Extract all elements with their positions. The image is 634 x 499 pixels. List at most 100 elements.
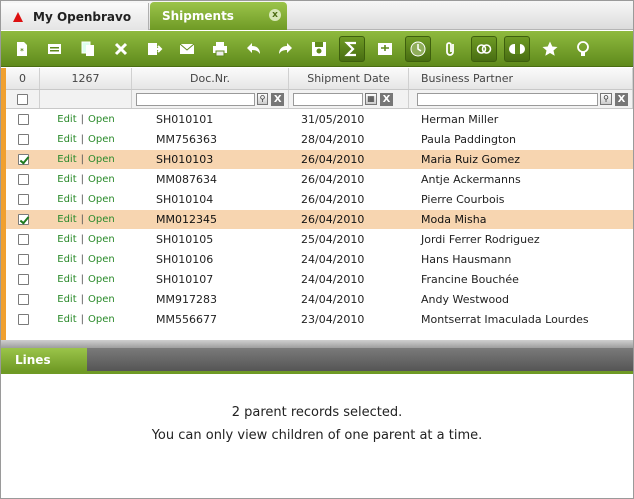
table-row[interactable]: Edit | Open MM087634 26/04/2010 Antje Ackerma…: [6, 170, 633, 190]
doc-no-filter-input[interactable]: [136, 92, 255, 106]
favorite-button[interactable]: [537, 36, 563, 62]
edit-link[interactable]: Edit: [57, 214, 76, 225]
edit-link[interactable]: Edit: [57, 134, 76, 145]
export-button[interactable]: [141, 36, 167, 62]
save-button[interactable]: [306, 36, 332, 62]
doc-no-filter-cell: ⚲ X: [132, 90, 289, 108]
edit-link[interactable]: Edit: [57, 154, 76, 165]
row-select-cell: [6, 250, 40, 269]
pane-splitter[interactable]: [1, 340, 633, 348]
edit-link[interactable]: Edit: [57, 314, 76, 325]
table-row[interactable]: Edit | Open SH010103 26/04/2010 Maria Ruiz Go…: [6, 150, 633, 170]
tips-button[interactable]: [570, 36, 596, 62]
edit-link[interactable]: Edit: [57, 194, 76, 205]
select-all-checkbox[interactable]: [17, 93, 28, 105]
copy-button[interactable]: [75, 36, 101, 62]
new-document-button[interactable]: *: [9, 36, 35, 62]
redo-button[interactable]: [273, 36, 299, 62]
open-link[interactable]: Open: [88, 154, 115, 165]
open-link[interactable]: Open: [88, 174, 115, 185]
doc-no-cell: SH010103: [156, 153, 214, 166]
tab-my-openbravo[interactable]: My Openbravo: [1, 3, 149, 30]
row-checkbox[interactable]: [17, 254, 29, 265]
shipment-date-cell: 26/04/2010: [301, 173, 365, 186]
email-button[interactable]: [174, 36, 200, 62]
business-partner-header[interactable]: Business Partner: [409, 68, 633, 89]
row-checkbox[interactable]: [17, 314, 29, 325]
tab-shipments[interactable]: Shipments x: [150, 2, 287, 30]
open-link[interactable]: Open: [88, 214, 115, 225]
edit-link[interactable]: Edit: [57, 254, 76, 265]
doc-no-cell: SH010106: [156, 253, 214, 266]
table-row[interactable]: Edit | Open SH010105 25/04/2010 Jordi Ferrer …: [6, 230, 633, 250]
close-tab-icon[interactable]: x: [269, 9, 281, 21]
collapse-button[interactable]: [372, 36, 398, 62]
calendar-icon[interactable]: ▦: [365, 93, 377, 105]
table-row[interactable]: Edit | Open SH010101 31/05/2010 Herman Miller: [6, 110, 633, 130]
open-link[interactable]: Open: [88, 134, 115, 145]
table-row[interactable]: Edit | Open SH010104 26/04/2010 Pierre Courbo…: [6, 190, 633, 210]
row-checkbox[interactable]: [17, 174, 29, 185]
row-checkbox[interactable]: [17, 214, 29, 225]
link-separator: |: [80, 154, 85, 165]
doc-no-cell: SH010104: [156, 193, 214, 206]
row-checkbox[interactable]: [17, 234, 29, 245]
open-link[interactable]: Open: [88, 234, 115, 245]
attachment-button[interactable]: [438, 36, 464, 62]
business-partner-cell: Paula Paddington: [421, 133, 517, 146]
shipment-date-header[interactable]: Shipment Date: [289, 68, 409, 89]
row-checkbox[interactable]: [17, 114, 29, 125]
delete-button[interactable]: [108, 36, 134, 62]
undo-button[interactable]: [240, 36, 266, 62]
table-row[interactable]: Edit | Open SH010107 24/04/2010 Francine Bouc…: [6, 270, 633, 290]
row-checkbox[interactable]: [17, 154, 29, 165]
doc-no-header[interactable]: Doc.Nr.: [132, 68, 289, 89]
doc-no-filter-clear[interactable]: X: [271, 92, 284, 106]
table-row[interactable]: Edit | Open MM756363 28/04/2010 Paula Padding…: [6, 130, 633, 150]
open-link[interactable]: Open: [88, 114, 115, 125]
new-row-button[interactable]: [42, 36, 68, 62]
table-row[interactable]: Edit | Open MM917283 24/04/2010 Andy Westwood: [6, 290, 633, 310]
print-button[interactable]: [207, 36, 233, 62]
copy-icon: [81, 41, 94, 56]
date-filter-clear[interactable]: X: [380, 92, 393, 106]
sum-button[interactable]: [339, 35, 365, 62]
row-checkbox[interactable]: [17, 274, 29, 285]
row-actions: Edit | Open: [40, 310, 132, 329]
partner-filter-clear[interactable]: X: [615, 92, 628, 106]
open-link[interactable]: Open: [88, 294, 115, 305]
edit-link[interactable]: Edit: [57, 274, 76, 285]
open-link[interactable]: Open: [88, 314, 115, 325]
shipment-date-cell: 23/04/2010: [301, 313, 365, 326]
search-icon[interactable]: ⚲: [600, 93, 613, 105]
edit-link[interactable]: Edit: [57, 234, 76, 245]
row-select-cell: [6, 210, 40, 229]
row-checkbox[interactable]: [17, 194, 29, 205]
date-filter-input[interactable]: [293, 92, 363, 106]
edit-link[interactable]: Edit: [57, 174, 76, 185]
message-line-2: You can only view children of one parent…: [151, 428, 483, 443]
open-link[interactable]: Open: [88, 274, 115, 285]
toggle-button[interactable]: [504, 35, 530, 62]
save-icon: [312, 41, 326, 56]
row-checkbox[interactable]: [17, 294, 29, 305]
search-icon[interactable]: ⚲: [256, 93, 269, 105]
undo-icon: [247, 42, 260, 54]
row-checkbox[interactable]: [17, 134, 29, 145]
table-row[interactable]: Edit | Open SH010106 24/04/2010 Hans Hausmann: [6, 250, 633, 270]
edit-link[interactable]: Edit: [57, 294, 76, 305]
edit-link[interactable]: Edit: [57, 114, 76, 125]
table-row[interactable]: Edit | Open MM012345 26/04/2010 Moda Misha: [6, 210, 633, 230]
date-filter-cell: ▦ X: [289, 90, 409, 108]
open-link[interactable]: Open: [88, 194, 115, 205]
tab-label: My Openbravo: [33, 9, 132, 24]
link-button[interactable]: [471, 35, 497, 62]
table-row[interactable]: Edit | Open MM556677 23/04/2010 Montserrat Im…: [6, 310, 633, 330]
business-partner-cell: Jordi Ferrer Rodriguez: [421, 233, 540, 246]
link-separator: |: [80, 194, 85, 205]
open-link[interactable]: Open: [88, 254, 115, 265]
tab-lines[interactable]: Lines: [1, 348, 87, 371]
partner-filter-input[interactable]: [417, 92, 599, 106]
history-button[interactable]: [405, 35, 431, 62]
filter-empty-cell: [40, 90, 132, 108]
